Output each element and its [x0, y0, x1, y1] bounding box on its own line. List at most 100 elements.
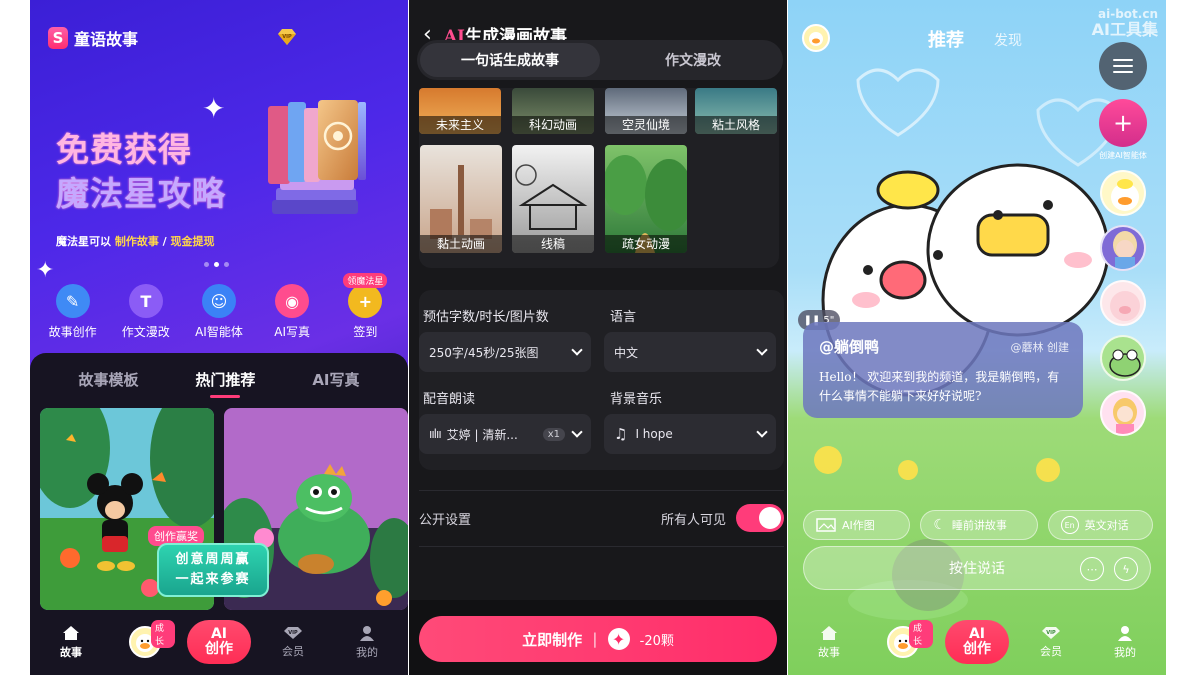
quick-prompt-chips: AI作图 ☾ 睡前讲故事 En 英文对话 — [803, 510, 1154, 540]
duck-avatar-icon[interactable] — [802, 24, 830, 52]
music-select[interactable]: ♫ I hope — [604, 414, 776, 454]
agent-intro-card[interactable]: @躺倒鸭 @蘑林 创建 Hello！ 欢迎来到我的频道，我是躺倒鸭，有什么事情不… — [803, 322, 1083, 418]
menu-icon[interactable] — [1099, 42, 1147, 90]
nav-growth[interactable]: 成长 — [115, 620, 175, 658]
feed-section: 故事模板 热门推荐 AI写真 创作赢奖 创意周周赢 一起来参赛 故事 成长 AI… — [30, 353, 408, 675]
chevron-down-icon — [756, 344, 768, 356]
style-clay[interactable]: 粘土风格 — [695, 88, 777, 134]
tab-recommend[interactable]: 推荐 — [928, 26, 964, 52]
style-sunuo-anime[interactable]: 疏女动漫 — [605, 145, 687, 253]
language-label: 语言 — [610, 310, 637, 325]
tab-hot-recommend[interactable]: 热门推荐 — [195, 369, 255, 398]
promo-line1: 创意周周赢 — [175, 552, 251, 567]
mode-segmented-control: 一句话生成故事 作文漫改 — [417, 40, 783, 80]
nav-mine[interactable]: 我的 — [337, 625, 397, 660]
chip-english-chat[interactable]: En 英文对话 — [1047, 510, 1154, 540]
estimate-select[interactable]: 250字/45秒/25张图 — [419, 332, 591, 372]
chip-ai-drawing[interactable]: AI作图 — [803, 510, 911, 540]
magic-star-badge: 领魔法星 — [343, 273, 388, 288]
agent-name: @躺倒鸭 — [819, 338, 880, 356]
chip-label: 英文对话 — [1084, 519, 1129, 532]
keyboard-icon[interactable]: ⋯ — [1080, 557, 1104, 581]
tab-one-sentence-story[interactable]: 一句话生成故事 — [420, 43, 600, 77]
hero-sub-make-story[interactable]: 制作故事 — [115, 235, 159, 248]
quick-label: 故事创作 — [48, 325, 97, 339]
agent-avatar-frog[interactable] — [1100, 335, 1146, 381]
growth-badge: 成长 — [909, 620, 933, 648]
quick-label: AI智能体 — [195, 325, 243, 339]
nav-create[interactable]: AI 创作 — [187, 620, 251, 664]
chip-label: 睡前讲故事 — [951, 519, 1007, 532]
agent-avatar-girl[interactable] — [1100, 390, 1146, 436]
carousel-dot[interactable] — [204, 262, 209, 267]
hold-to-talk-button[interactable]: 按住说话 ⋯ ϟ — [803, 546, 1151, 590]
carousel-dot[interactable] — [224, 262, 229, 267]
hero-title-line2: 魔法星攻略 — [56, 174, 226, 213]
music-label: 背景音乐 — [610, 392, 663, 407]
nav-member[interactable]: VIP 会员 — [1021, 626, 1081, 659]
talk-bar-icons: ⋯ ϟ — [1080, 557, 1138, 581]
create-ai-glyph: AI — [210, 626, 228, 642]
agent-avatar-princess[interactable] — [1100, 225, 1146, 271]
quick-ai-photo[interactable]: ◉ AI写真 — [256, 284, 328, 340]
vip-diamond-icon[interactable]: VIP — [276, 28, 298, 46]
quick-ai-agent[interactable]: ☺ AI智能体 — [183, 284, 255, 340]
soundwave-icon: ıılıı — [429, 427, 442, 441]
tab-ai-photo[interactable]: AI写真 — [312, 369, 359, 398]
visibility-label: 公开设置 — [419, 512, 472, 528]
quick-story-create[interactable]: ✎ 故事创作 — [37, 284, 109, 340]
sparkle-icon: ✦ — [36, 258, 55, 283]
tab-discover[interactable]: 发现 — [994, 30, 1022, 50]
create-button[interactable]: AI 创作 — [187, 620, 251, 664]
hero-sub-cash-out[interactable]: 现金提现 — [171, 235, 215, 248]
app-logo-icon: S — [48, 27, 68, 49]
create-label: 创作 — [963, 641, 991, 657]
nav-story[interactable]: 故事 — [799, 625, 859, 660]
voice-select[interactable]: ıılıı 艾婷 | 清新... x1 — [419, 414, 591, 454]
style-ethereal-wonderland[interactable]: 空灵仙境 — [605, 88, 687, 134]
magic-star-icon: ✦ — [607, 628, 630, 650]
create-button[interactable]: AI 创作 — [945, 620, 1009, 664]
style-futurism[interactable]: 未来主义 — [419, 88, 501, 134]
nav-label: 会员 — [282, 644, 304, 658]
carousel-dots[interactable] — [204, 262, 229, 267]
visibility-toggle[interactable] — [736, 504, 784, 532]
nav-mine[interactable]: 我的 — [1095, 625, 1155, 660]
tab-essay-comic[interactable]: 作文漫改 — [603, 40, 783, 80]
ai-agent-chat-screen: 推荐 发现 ai-bot.cn AI工具集 + 创建AI智能体 ❚❚ 5" @躺… — [788, 0, 1166, 675]
moon-icon: ☾ — [933, 517, 946, 533]
chevron-down-icon — [571, 426, 583, 438]
estimate-label: 预估字数/时长/图片数 — [423, 310, 549, 325]
hero-sub-prefix: 魔法星可以 — [56, 235, 111, 248]
chip-bedtime-story[interactable]: ☾ 睡前讲故事 — [920, 510, 1038, 540]
art-style-grid: 未来主义 科幻动画 空灵仙境 粘土风格 黏土动画 线稿 疏女动漫 — [419, 88, 779, 268]
contest-promo-banner[interactable]: 创意周周赢 一起来参赛 — [157, 543, 269, 597]
style-clay-animation[interactable]: 黏土动画 — [420, 145, 502, 253]
app-logo: S 童语故事 — [48, 26, 138, 50]
quick-checkin[interactable]: 领魔法星 + 签到 — [329, 273, 401, 340]
nav-story[interactable]: 故事 — [41, 625, 101, 660]
agent-avatar-pig[interactable] — [1100, 280, 1146, 326]
nav-member[interactable]: VIP 会员 — [263, 626, 323, 659]
vip-diamond-icon: VIP — [284, 626, 302, 639]
lightbulb-icon[interactable]: ϟ — [1114, 557, 1138, 581]
make-now-button[interactable]: 立即制作 | ✦ -20颗 — [419, 616, 777, 662]
carousel-dot-active[interactable] — [214, 262, 219, 267]
nav-growth[interactable]: 成长 — [873, 620, 933, 658]
visibility-value: 所有人可见 — [660, 512, 726, 528]
style-line-art[interactable]: 线稿 — [512, 145, 594, 253]
hero-banner-title[interactable]: 免费获得 魔法星攻略 — [56, 128, 226, 216]
tab-story-templates[interactable]: 故事模板 — [78, 369, 138, 398]
quick-essay-comic[interactable]: T 作文漫改 — [110, 284, 182, 340]
agent-creator[interactable]: @蘑林 创建 — [1011, 339, 1070, 355]
music-note-icon: ♫ — [614, 425, 628, 443]
divider — [419, 546, 784, 547]
nav-create[interactable]: AI 创作 — [945, 620, 1009, 664]
voice-speed-badge[interactable]: x1 — [542, 427, 565, 441]
style-scifi-animation[interactable]: 科幻动画 — [512, 88, 594, 134]
style-label: 空灵仙境 — [605, 116, 687, 134]
watermark: ai-bot.cn AI工具集 — [1092, 6, 1158, 38]
agent-avatar-duck[interactable] — [1100, 170, 1146, 216]
language-select[interactable]: 中文 — [604, 332, 776, 372]
create-agent-plus-icon[interactable]: + — [1099, 99, 1147, 147]
